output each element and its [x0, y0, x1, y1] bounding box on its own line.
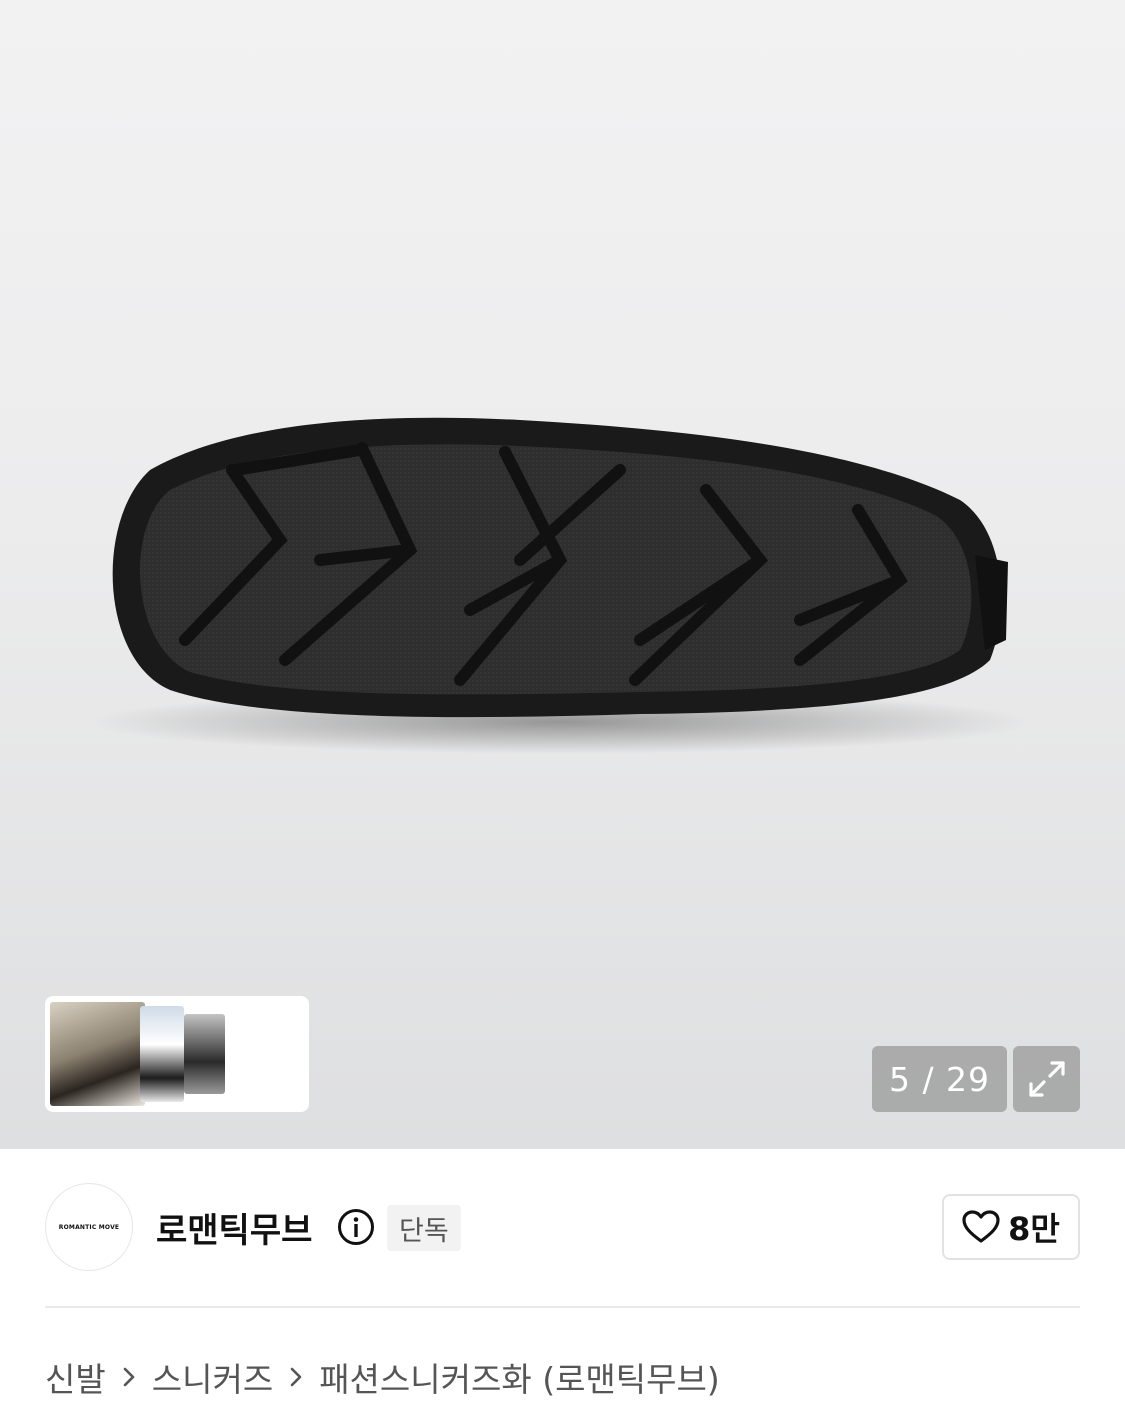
like-button[interactable]: 8만 — [942, 1194, 1080, 1260]
breadcrumb: 신발 스니커즈 패션스니커즈화 (로맨틱무브) — [45, 1352, 720, 1402]
chevron-right-icon — [122, 1366, 136, 1388]
thumbnail-strip[interactable] — [45, 996, 309, 1112]
brand-name[interactable]: 로맨틱무브 — [156, 1203, 312, 1252]
breadcrumb-item-shoes[interactable]: 신발 — [45, 1353, 106, 1401]
thumbnail-black-shoes[interactable] — [184, 1014, 225, 1094]
expand-icon — [1028, 1061, 1065, 1097]
brand-row: ROMANTIC MOVE 로맨틱무브 단독 8만 — [45, 1183, 1080, 1273]
divider — [45, 1306, 1080, 1308]
info-icon[interactable] — [337, 1208, 375, 1246]
product-image-shoe-sole — [90, 417, 1030, 754]
product-image-gallery[interactable]: 5 / 29 — [0, 0, 1125, 1149]
expand-button[interactable] — [1013, 1046, 1080, 1112]
image-counter: 5 / 29 — [872, 1046, 1007, 1112]
breadcrumb-item-sneakers[interactable]: 스니커즈 — [152, 1353, 273, 1401]
chevron-right-icon — [289, 1366, 303, 1388]
thumbnail-lifestyle-shoes[interactable] — [50, 1002, 145, 1106]
brand-logo[interactable]: ROMANTIC MOVE — [45, 1183, 133, 1271]
heart-icon — [962, 1210, 1000, 1243]
thumbnail-white-socks-shoes[interactable] — [140, 1006, 184, 1102]
breadcrumb-item-fashion-sneakers[interactable]: 패션스니커즈화 (로맨틱무브) — [319, 1353, 720, 1401]
exclusive-badge: 단독 — [387, 1205, 461, 1251]
like-count: 8만 — [1008, 1210, 1060, 1248]
